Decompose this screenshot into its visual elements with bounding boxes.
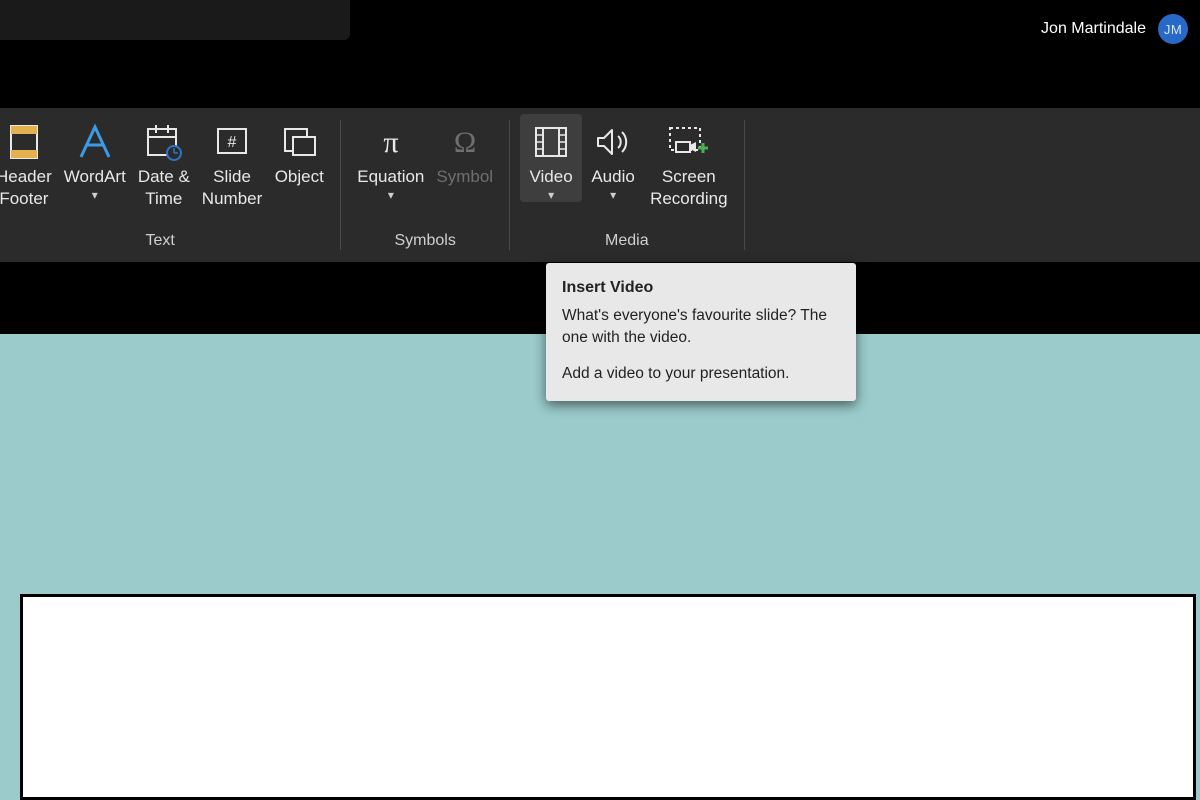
audio-button[interactable]: Audio ▾ xyxy=(582,114,644,202)
video-label: Video xyxy=(529,166,572,188)
video-button[interactable]: Video ▾ xyxy=(520,114,582,202)
user-avatar[interactable]: JM xyxy=(1158,14,1188,44)
calendar-clock-icon xyxy=(144,120,184,164)
group-label-text: Text xyxy=(0,232,330,254)
symbol-button: Ω Symbol xyxy=(430,114,499,190)
object-button[interactable]: Object xyxy=(268,114,330,190)
equation-label: Equation xyxy=(357,166,424,188)
wordart-icon xyxy=(75,120,115,164)
user-area[interactable]: Jon Martindale JM xyxy=(1041,14,1188,44)
screen-recording-button[interactable]: Screen Recording xyxy=(644,114,734,212)
date-time-label: Date & Time xyxy=(138,166,190,210)
equation-icon: π xyxy=(370,120,412,164)
title-bar: Jon Martindale JM xyxy=(0,0,1200,52)
header-footer-label: Header Footer xyxy=(0,166,52,210)
chevron-down-icon: ▾ xyxy=(548,190,554,200)
ribbon-tabstrip xyxy=(0,52,1200,108)
tooltip-title: Insert Video xyxy=(562,277,840,299)
tooltip-insert-video: Insert Video What's everyone's favourite… xyxy=(546,263,856,401)
wordart-button[interactable]: WordArt ▾ xyxy=(58,114,132,202)
user-initials: JM xyxy=(1164,22,1182,37)
object-icon xyxy=(279,120,319,164)
chevron-down-icon: ▾ xyxy=(610,190,616,200)
group-separator xyxy=(744,120,745,250)
wordart-label: WordArt xyxy=(64,166,126,188)
object-label: Object xyxy=(275,166,324,188)
group-label-symbols: Symbols xyxy=(351,232,499,254)
svg-text:#: # xyxy=(228,134,237,151)
ribbon-group-media: Video ▾ Audio ▾ Screen Recording Media xyxy=(516,108,738,262)
ribbon: Header Footer WordArt ▾ Date & Time # xyxy=(0,108,1200,262)
screen-recording-label: Screen Recording xyxy=(650,166,728,210)
svg-text:Ω: Ω xyxy=(454,126,476,159)
chevron-down-icon: ▾ xyxy=(92,190,98,200)
group-separator xyxy=(340,120,341,250)
svg-text:π: π xyxy=(383,126,398,159)
slide-number-icon: # xyxy=(212,120,252,164)
ribbon-group-text: Header Footer WordArt ▾ Date & Time # xyxy=(0,108,334,262)
chevron-down-icon: ▾ xyxy=(388,190,394,200)
user-name-label: Jon Martindale xyxy=(1041,20,1146,38)
search-field[interactable] xyxy=(0,0,350,40)
group-separator xyxy=(509,120,510,250)
slide-number-button[interactable]: # Slide Number xyxy=(196,114,268,212)
slide-number-label: Slide Number xyxy=(202,166,262,210)
header-footer-button[interactable]: Header Footer xyxy=(0,114,58,212)
audio-label: Audio xyxy=(591,166,634,188)
symbol-label: Symbol xyxy=(436,166,493,188)
tooltip-body-2: Add a video to your presentation. xyxy=(562,363,840,385)
symbol-icon: Ω xyxy=(444,120,486,164)
audio-icon xyxy=(592,120,634,164)
group-label-media: Media xyxy=(520,232,734,254)
tooltip-body-1: What's everyone's favourite slide? The o… xyxy=(562,305,840,349)
header-footer-icon xyxy=(9,120,39,164)
ribbon-group-symbols: π Equation ▾ Ω Symbol Symbols xyxy=(347,108,503,262)
equation-button[interactable]: π Equation ▾ xyxy=(351,114,430,202)
screen-recording-icon xyxy=(666,120,712,164)
slide[interactable] xyxy=(20,594,1196,800)
video-icon xyxy=(530,120,572,164)
date-time-button[interactable]: Date & Time xyxy=(132,114,196,212)
